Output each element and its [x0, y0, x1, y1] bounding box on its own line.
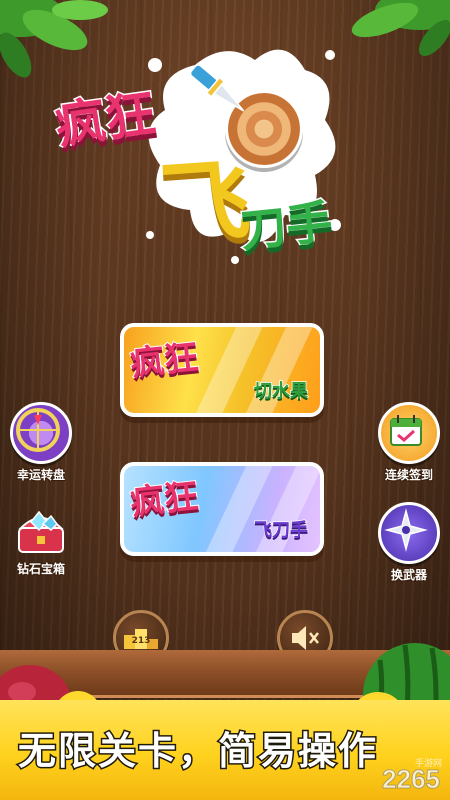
side-label: 换武器 [390, 568, 427, 582]
mode-button-fruit[interactable]: 疯狂 切水果 [120, 323, 324, 417]
mode-button-knife[interactable]: 疯狂 飞刀手 [120, 462, 324, 556]
lucky-wheel-button[interactable]: 幸运转盘 [6, 402, 76, 483]
mode-subtitle: 切水果 [253, 380, 309, 403]
slogan-text: 无限关卡，简易操作 [16, 728, 379, 775]
change-weapon-button[interactable]: 换武器 [374, 502, 444, 583]
shuriken-icon [378, 502, 440, 564]
side-label: 钻石宝箱 [16, 562, 65, 576]
wheel-icon [10, 402, 72, 464]
daily-signin-button[interactable]: 连续签到 [374, 402, 444, 483]
treasure-chest-icon [13, 502, 69, 558]
side-label: 幸运转盘 [16, 468, 65, 482]
leaves-top-right-icon [351, 0, 450, 57]
title-word-knifeman: 刀手 [236, 193, 336, 259]
watermark-logo: 2265 [382, 764, 441, 795]
mode-subtitle: 飞刀手 [253, 519, 309, 542]
mode-title: 疯狂 [127, 337, 201, 386]
diamond-chest-button[interactable]: 钻石宝箱 [6, 502, 76, 577]
leaves-top-left-icon [0, 0, 108, 78]
side-label: 连续签到 [384, 468, 433, 482]
calendar-icon [378, 402, 440, 464]
title-word-crazy: 疯狂 [51, 83, 161, 157]
mode-title: 疯狂 [127, 476, 201, 525]
